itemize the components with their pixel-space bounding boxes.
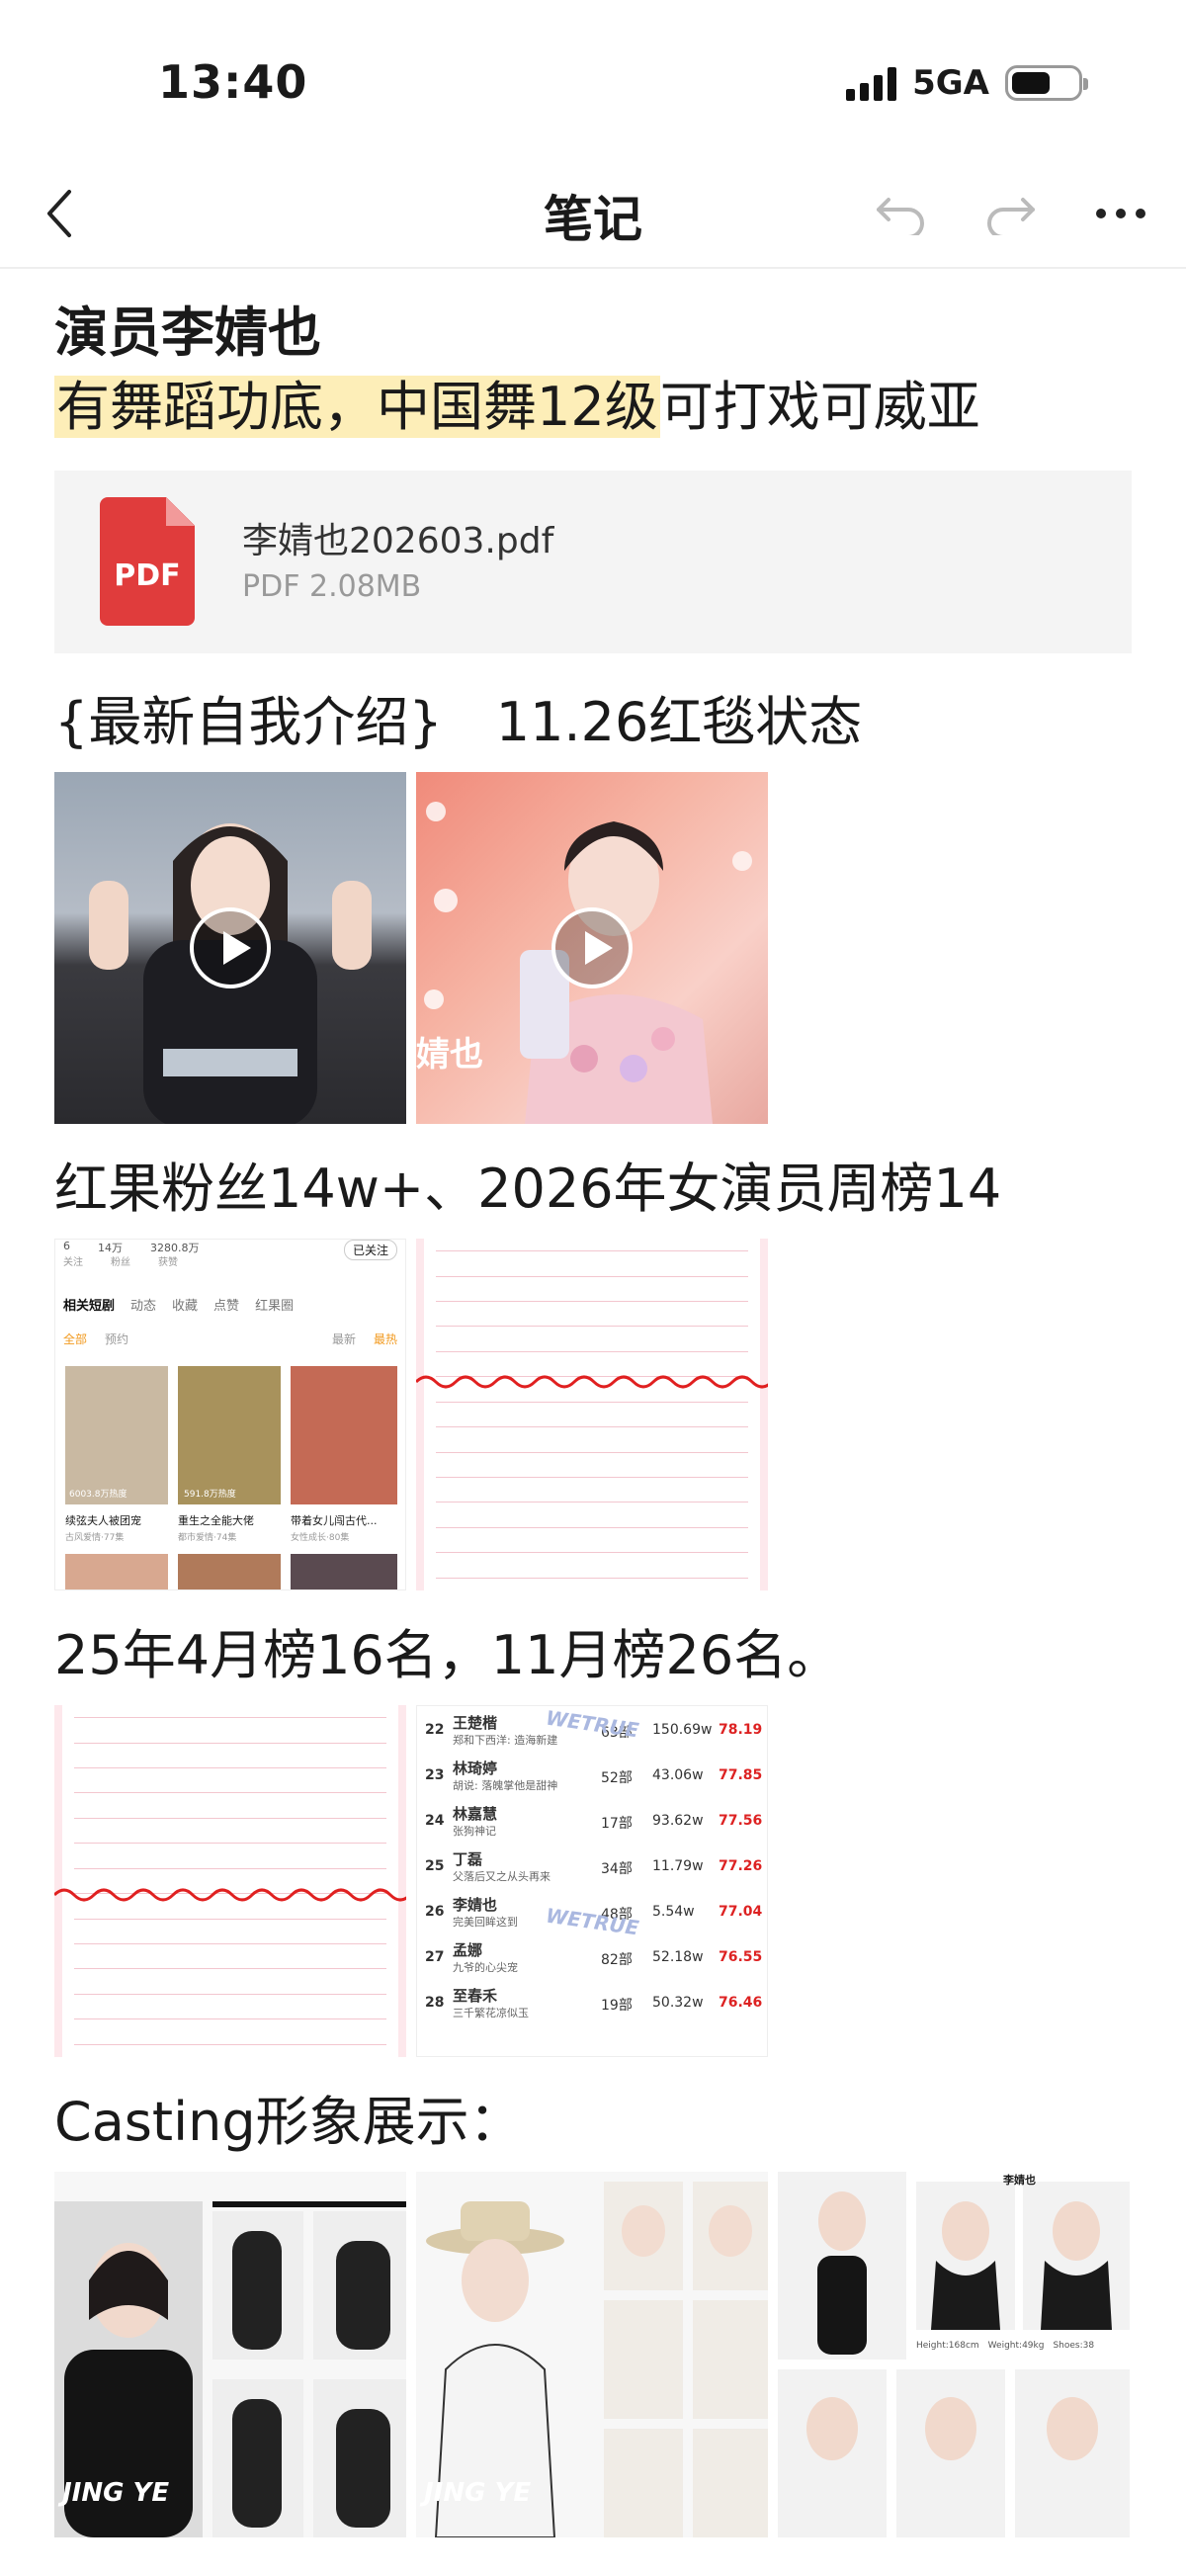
- signal-icon: [846, 65, 897, 101]
- monthly-ranking-november[interactable]: 22 王楚楷 郑和下西洋: 造海新建 63部 150.69w 78.19 23 林琦婷 胡说:…: [416, 1705, 768, 2057]
- ranking-row: 25 丁磊 父落后又之从头再来 34部 11.79w 77.26: [425, 1850, 763, 1883]
- profile-screenshot[interactable]: 6 14万 3280.8万 关注 粉丝 获赞 已关注 相关短剧 动态 收藏 点赞 红果圈 全部预…: [54, 1239, 406, 1590]
- status-indicators: 5GA: [846, 63, 1088, 103]
- ranking-row: 24 林嘉慧 张狗神记 17部 93.62w 77.56: [425, 1805, 763, 1838]
- ranking-row: 23 林琦婷 胡说: 落魄掌他是甜神 52部 43.06w 77.85: [425, 1760, 763, 1792]
- attachment-name: 李婧也202603.pdf: [242, 521, 554, 561]
- video-thumbnail[interactable]: [54, 772, 406, 1124]
- video-thumbnail[interactable]: 婧也: [416, 772, 768, 1124]
- more-icon: [1096, 209, 1145, 218]
- undo-icon: [877, 198, 924, 235]
- redo-button[interactable]: [978, 182, 1042, 245]
- undo-button[interactable]: [870, 182, 933, 245]
- casting-watermark: JING YE: [62, 2478, 170, 2508]
- video-caption: 婧也: [416, 1035, 483, 1074]
- status-time: 13:40: [158, 55, 308, 109]
- more-button[interactable]: [1089, 182, 1152, 245]
- section-title-intro: {最新自我介绍} 11.26红毯状态: [54, 691, 863, 753]
- play-icon: [190, 907, 271, 988]
- battery-icon: [1005, 65, 1088, 101]
- status-bar: 13:40 5GA: [0, 0, 1186, 158]
- casting-photo[interactable]: JING YE: [416, 2172, 768, 2537]
- monthly-ranking-april[interactable]: [54, 1705, 406, 2057]
- ranking-image-grid: 22 王楚楷 郑和下西洋: 造海新建 63部 150.69w 78.19 23 林琦婷 胡说:…: [54, 1705, 1132, 2057]
- casting-photo[interactable]: 李婧也 Height:168cm Weight:49kg Shoes:38: [778, 2172, 1130, 2537]
- play-icon: [551, 907, 633, 988]
- video-grid: 婧也: [54, 772, 1132, 1124]
- section-title-casting: Casting形象展示：: [54, 2091, 523, 2153]
- casting-image-grid: JING YE JING YE 李婧也 Height:168cm Weight:…: [54, 2172, 1132, 2537]
- weekly-ranking-screenshot[interactable]: [416, 1239, 768, 1590]
- ranking-row: 27 孟娜 九爷的心尖宠 82部 52.18w 76.55: [425, 1941, 763, 1974]
- highlighted-text: 有舞蹈功底，中国舞12级: [54, 376, 660, 438]
- casting-card-name: 李婧也: [1003, 2174, 1036, 2187]
- redo-icon: [987, 198, 1035, 235]
- pdf-attachment[interactable]: PDF 李婧也202603.pdf PDF 2.08MB: [54, 471, 1132, 653]
- ranking-row: 28 至春禾 三千繁花凉似玉 19部 50.32w 76.46: [425, 1987, 763, 2019]
- note-content: 演员李婧也 有舞蹈功底，中国舞12级可打戏可威亚 PDF 李婧也202603.p…: [54, 267, 1132, 2537]
- casting-watermark: JING YE: [424, 2478, 532, 2508]
- intro-paragraph: 有舞蹈功底，中国舞12级可打戏可威亚: [54, 372, 1132, 443]
- casting-measurements: Height:168cm Weight:49kg Shoes:38: [916, 2341, 1095, 2351]
- attachment-size: PDF 2.08MB: [242, 569, 422, 604]
- casting-photo[interactable]: JING YE: [54, 2172, 406, 2537]
- intro-rest: 可打戏可威亚: [659, 376, 980, 438]
- note-heading: 演员李婧也: [54, 301, 321, 364]
- section-title-ranking: 25年4月榜16名，11月榜26名。: [54, 1624, 841, 1686]
- network-type: 5GA: [912, 63, 989, 103]
- stats-image-grid: 6 14万 3280.8万 关注 粉丝 获赞 已关注 相关短剧 动态 收藏 点赞 红果圈 全部预…: [54, 1239, 1132, 1590]
- nav-bar: 笔记: [0, 158, 1186, 269]
- section-title-stats: 红果粉丝14w+、2026年女演员周榜14: [54, 1158, 1002, 1220]
